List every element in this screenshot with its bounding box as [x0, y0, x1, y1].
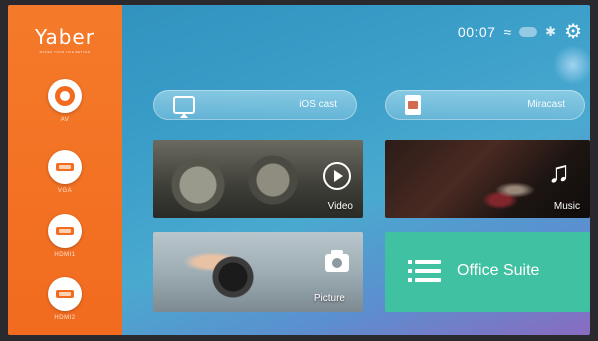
status-bar: 00:07 ≈ ✱ ⚙: [458, 21, 582, 43]
light-flare: [553, 45, 590, 85]
vga-icon: [48, 150, 82, 184]
source-label-vga: VGA: [57, 188, 73, 194]
source-vga-button[interactable]: VGA: [8, 150, 122, 194]
miracast-button[interactable]: Miracast: [385, 90, 585, 120]
source-label-av: AV: [60, 117, 70, 123]
home-screen: Yaber MAKES YOUR LIFE BETTER AV VGA HDMI…: [8, 5, 590, 335]
bluetooth-icon: ✱: [545, 24, 557, 39]
source-label-hdmi2: HDMI2: [54, 315, 76, 321]
brand-logo: Yaber MAKES YOUR LIFE BETTER: [22, 25, 108, 54]
ios-cast-label: iOS cast: [299, 99, 337, 110]
play-icon: [323, 162, 351, 190]
wifi-icon: ≈: [503, 24, 512, 40]
miracast-label: Miracast: [527, 99, 565, 110]
gear-icon[interactable]: ⚙: [564, 22, 582, 42]
music-note-icon: ♫: [547, 156, 571, 189]
source-label-hdmi1: HDMI1: [54, 252, 76, 258]
source-hdmi2-button[interactable]: HDMI2: [8, 277, 122, 321]
hdmi-icon: [48, 277, 82, 311]
input-source-sidebar: Yaber MAKES YOUR LIFE BETTER AV VGA HDMI…: [8, 5, 122, 335]
office-suite-label: Office Suite: [457, 262, 540, 279]
logo-tagline: MAKES YOUR LIFE BETTER: [39, 50, 91, 54]
music-tile[interactable]: ♫ Music: [385, 140, 590, 218]
picture-label: Picture: [313, 293, 345, 304]
picture-tile[interactable]: Picture: [153, 232, 363, 312]
office-suite-tile[interactable]: Office Suite: [385, 232, 590, 312]
clock: 00:07: [457, 24, 496, 40]
network-icon: [519, 27, 538, 37]
ios-cast-button[interactable]: iOS cast: [153, 90, 357, 120]
list-icon: [415, 260, 441, 282]
video-label: Video: [327, 201, 353, 212]
av-icon: [48, 79, 82, 113]
camera-icon: [325, 250, 349, 272]
hdmi-icon: [48, 214, 82, 248]
logo-text: Yaber: [35, 25, 95, 49]
screen-mirror-icon: [173, 96, 195, 118]
cast-icon: [405, 95, 421, 115]
music-label: Music: [553, 201, 580, 212]
source-av-button[interactable]: AV: [8, 79, 122, 123]
source-hdmi1-button[interactable]: HDMI1: [8, 214, 122, 258]
video-tile[interactable]: Video: [153, 140, 363, 218]
